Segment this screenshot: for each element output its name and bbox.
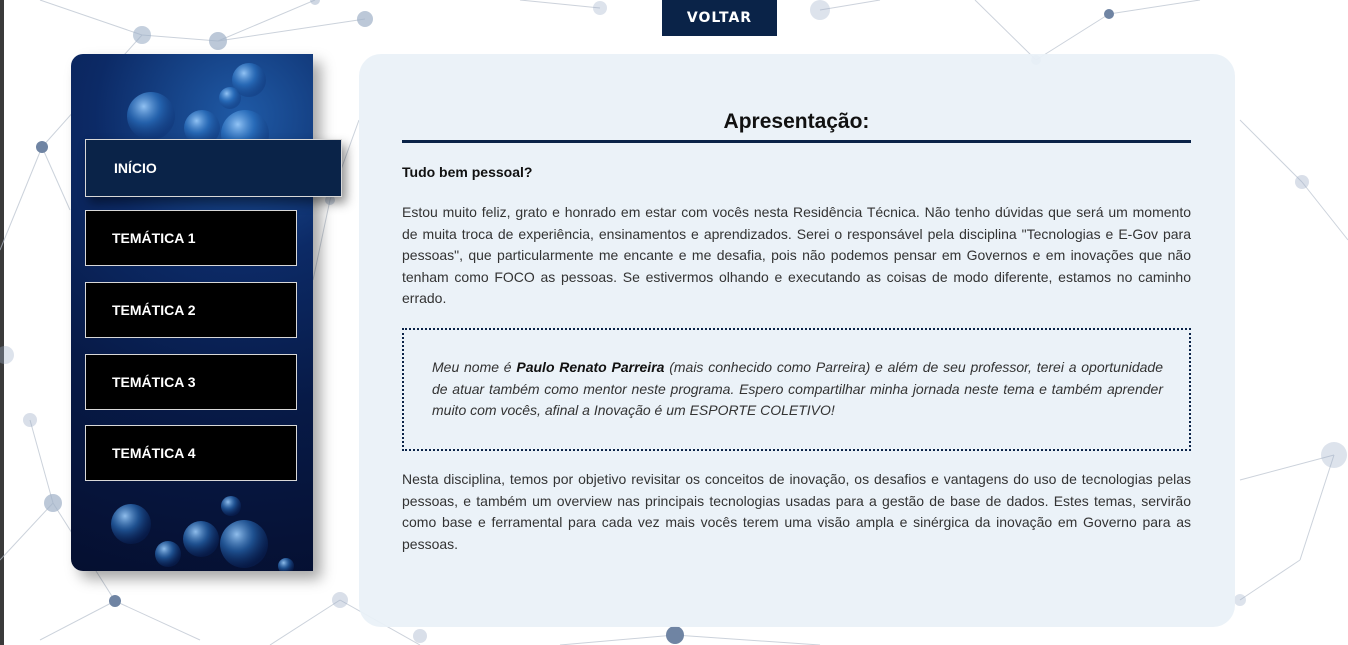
page-title: Apresentação: <box>723 110 870 133</box>
sidebar-item-inicio[interactable]: INÍCIO <box>85 139 342 197</box>
intro-paragraph: Estou muito feliz, grato e honrado em es… <box>402 204 1191 307</box>
sidebar-item-tematica-3[interactable]: TEMÁTICA 3 <box>85 354 297 410</box>
back-button[interactable]: VOLTAR <box>662 0 777 36</box>
sidebar-item-label: TEMÁTICA 2 <box>112 302 196 318</box>
sidebar-item-label: TEMÁTICA 3 <box>112 374 196 390</box>
quote-box: Meu nome é Paulo Renato Parreira (mais c… <box>402 328 1191 451</box>
quote-prefix: Meu nome é <box>432 359 517 375</box>
sidebar: INÍCIO TEMÁTICA 1 TEMÁTICA 2 TEMÁTICA 3 … <box>71 54 342 571</box>
greeting-text: Tudo bem pessoal? <box>402 164 533 180</box>
closing-paragraph: Nesta disciplina, temos por objetivo rev… <box>402 471 1191 552</box>
sidebar-item-tematica-4[interactable]: TEMÁTICA 4 <box>85 425 297 481</box>
title-divider <box>402 140 1191 143</box>
sidebar-item-tematica-1[interactable]: TEMÁTICA 1 <box>85 210 297 266</box>
quote-text: Meu nome é Paulo Renato Parreira (mais c… <box>432 357 1163 422</box>
sidebar-item-tematica-2[interactable]: TEMÁTICA 2 <box>85 282 297 338</box>
sidebar-item-label: TEMÁTICA 1 <box>112 230 196 246</box>
sidebar-item-label: INÍCIO <box>114 160 157 176</box>
sidebar-item-label: TEMÁTICA 4 <box>112 445 196 461</box>
author-name: Paulo Renato Parreira <box>516 359 665 375</box>
